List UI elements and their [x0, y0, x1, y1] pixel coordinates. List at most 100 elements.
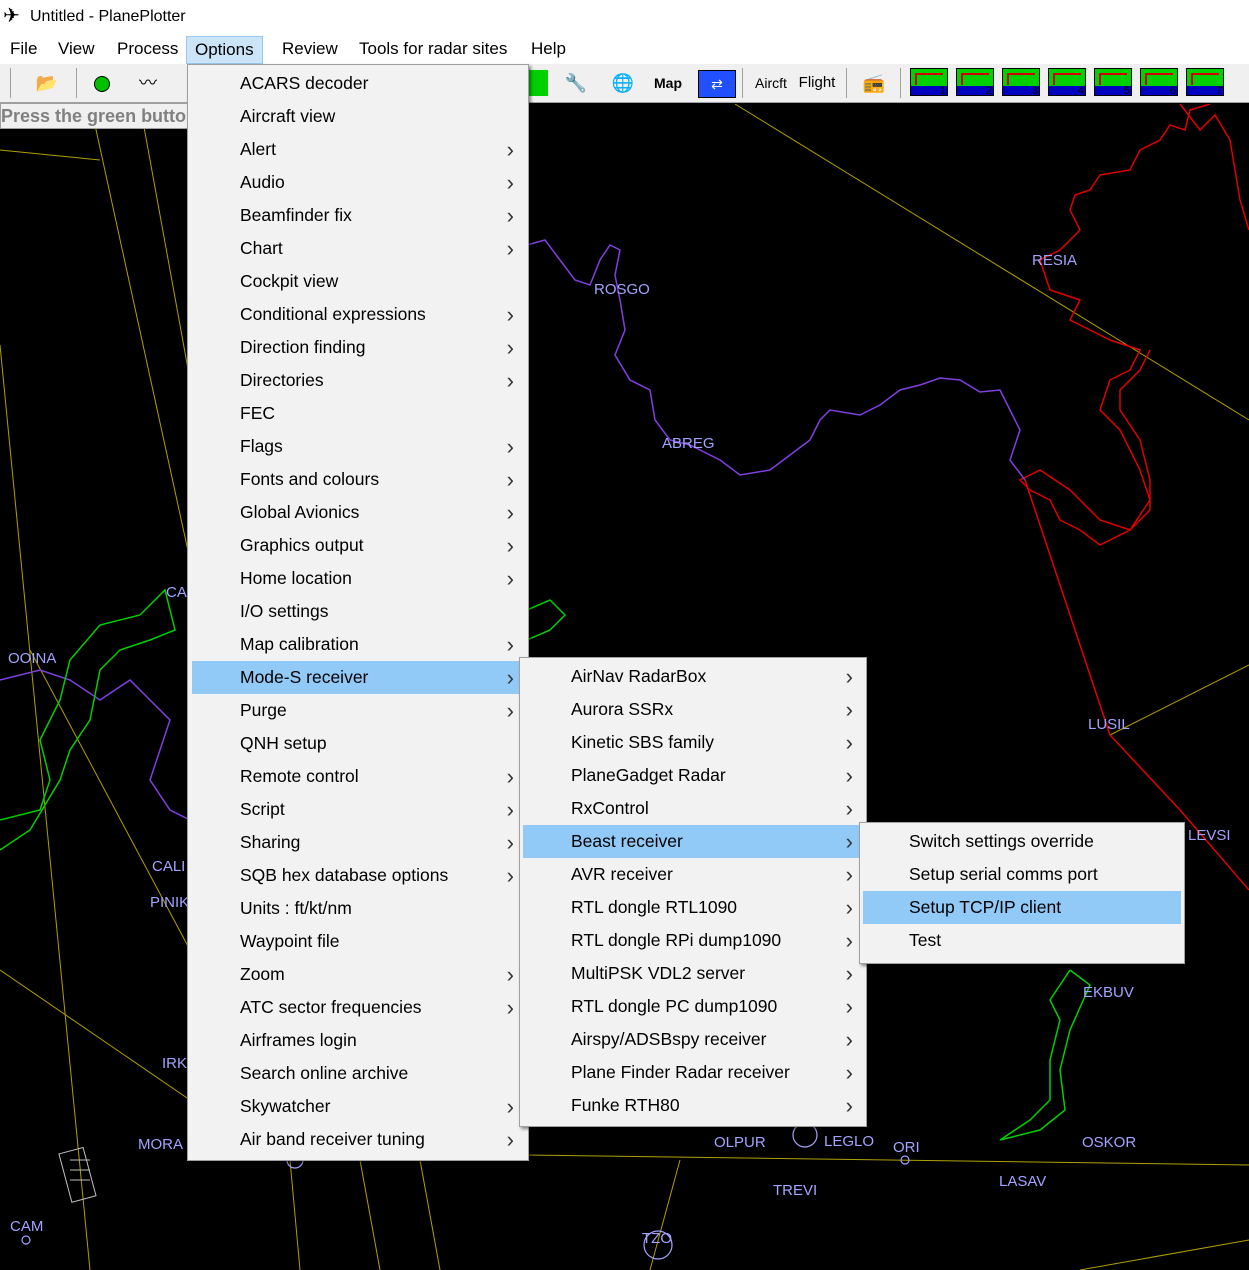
chevron-right-icon: ›: [506, 203, 514, 228]
menu-item-aurora-ssrx[interactable]: Aurora SSRx ›: [523, 693, 863, 726]
menu-item-air-band-receiver-tuning[interactable]: Air band receiver tuning ›: [192, 1123, 524, 1156]
map-icon[interactable]: Map: [650, 70, 686, 96]
menu-options[interactable]: Options: [186, 36, 263, 64]
menu-item-rtl-dongle-pc-dump1090[interactable]: RTL dongle PC dump1090 ›: [523, 990, 863, 1023]
radio-icon[interactable]: 📻: [858, 70, 890, 96]
radar-view-6-icon[interactable]: 6: [1140, 68, 1178, 97]
radar-view-7-icon[interactable]: 7: [1186, 68, 1224, 97]
menu-item-rtl-dongle-rtl1090[interactable]: RTL dongle RTL1090 ›: [523, 891, 863, 924]
menu-item-avr-receiver[interactable]: AVR receiver ›: [523, 858, 863, 891]
menu-item-conditional-expressions[interactable]: Conditional expressions ›: [192, 298, 524, 331]
menu-item-search-online-archive[interactable]: Search online archive: [192, 1057, 524, 1090]
menu-item-alert[interactable]: Alert ›: [192, 133, 524, 166]
menu-item-script[interactable]: Script ›: [192, 793, 524, 826]
menu-item-mode-s-receiver[interactable]: Mode-S receiver ›: [192, 661, 524, 694]
menu-item-cockpit-view[interactable]: Cockpit view: [192, 265, 524, 298]
menu-item-switch-settings-override[interactable]: Switch settings override: [863, 825, 1181, 858]
menu-tools-radar-sites[interactable]: Tools for radar sites: [357, 39, 509, 59]
menu-item-rxcontrol[interactable]: RxControl ›: [523, 792, 863, 825]
radar-view-2-icon[interactable]: 2: [956, 68, 994, 97]
chevron-right-icon: ›: [845, 862, 853, 887]
green-start-button-icon[interactable]: [92, 70, 112, 96]
menu-item-atc-sector-frequencies[interactable]: ATC sector frequencies ›: [192, 991, 524, 1024]
map-label-leglo: LEGLO: [824, 1133, 875, 1150]
menu-item-kinetic-sbs-family[interactable]: Kinetic SBS family ›: [523, 726, 863, 759]
menu-item-plane-finder-radar-receiver[interactable]: Plane Finder Radar receiver ›: [523, 1056, 863, 1089]
menu-item-audio[interactable]: Audio ›: [192, 166, 524, 199]
menu-item-sharing[interactable]: Sharing ›: [192, 826, 524, 859]
menu-item-test[interactable]: Test: [863, 924, 1181, 957]
menu-item-setup-tcp-ip-client[interactable]: Setup TCP/IP client: [863, 891, 1181, 924]
menu-item-global-avionics[interactable]: Global Avionics ›: [192, 496, 524, 529]
menu-item-fec[interactable]: FEC: [192, 397, 524, 430]
chevron-right-icon: ›: [845, 1093, 853, 1118]
menu-item-zoom[interactable]: Zoom ›: [192, 958, 524, 991]
toolbar-separator: [742, 68, 743, 98]
menu-item-fonts-and-colours[interactable]: Fonts and colours ›: [192, 463, 524, 496]
menu-item-label: PlaneGadget Radar: [571, 765, 726, 785]
menu-review[interactable]: Review: [280, 39, 340, 59]
menu-item-beamfinder-fix[interactable]: Beamfinder fix ›: [192, 199, 524, 232]
radar-view-1-icon[interactable]: 1: [910, 68, 948, 97]
menu-view[interactable]: View: [56, 39, 97, 59]
menu-item-airnav-radarbox[interactable]: AirNav RadarBox ›: [523, 660, 863, 693]
menu-item-funke-rth80[interactable]: Funke RTH80 ›: [523, 1089, 863, 1122]
menu-item-i-o-settings[interactable]: I/O settings: [192, 595, 524, 628]
map-label-ca: CA: [166, 584, 187, 601]
menu-item-graphics-output[interactable]: Graphics output ›: [192, 529, 524, 562]
menu-item-beast-receiver[interactable]: Beast receiver ›: [523, 825, 863, 858]
menu-item-airframes-login[interactable]: Airframes login: [192, 1024, 524, 1057]
menu-item-rtl-dongle-rpi-dump1090[interactable]: RTL dongle RPi dump1090 ›: [523, 924, 863, 957]
green-tool-icon[interactable]: [528, 70, 548, 96]
menu-item-label: Kinetic SBS family: [571, 732, 714, 752]
map-label-oskor: OSKOR: [1082, 1134, 1137, 1151]
open-folder-icon[interactable]: 📂: [34, 70, 60, 96]
menu-item-home-location[interactable]: Home location ›: [192, 562, 524, 595]
chevron-right-icon: ›: [506, 434, 514, 459]
menu-item-purge[interactable]: Purge ›: [192, 694, 524, 727]
chevron-right-icon: ›: [506, 500, 514, 525]
menu-item-planegadget-radar[interactable]: PlaneGadget Radar ›: [523, 759, 863, 792]
menu-item-flags[interactable]: Flags ›: [192, 430, 524, 463]
title-bar: ✈ Untitled - PlanePlotter: [0, 0, 1249, 34]
menu-item-units-ft-kt-nm[interactable]: Units : ft/kt/nm: [192, 892, 524, 925]
globe-icon[interactable]: 🌐: [610, 70, 636, 96]
menu-process[interactable]: Process: [115, 39, 180, 59]
menu-item-waypoint-file[interactable]: Waypoint file: [192, 925, 524, 958]
menu-item-label: Audio: [240, 172, 285, 192]
menu-item-setup-serial-comms-port[interactable]: Setup serial comms port: [863, 858, 1181, 891]
radar-view-5-icon[interactable]: 5: [1094, 68, 1132, 97]
menu-item-skywatcher[interactable]: Skywatcher ›: [192, 1090, 524, 1123]
menu-item-label: Sharing: [240, 832, 301, 852]
map-label-resia: RESIA: [1032, 252, 1078, 269]
radar-view-3-icon[interactable]: 3: [1002, 68, 1040, 97]
menu-item-airspy-adsbspy-receiver[interactable]: Airspy/ADSBspy receiver ›: [523, 1023, 863, 1056]
signal-wave-icon[interactable]: 〰: [130, 70, 166, 96]
map-label-trevi: TREVI: [773, 1182, 818, 1199]
menu-item-aircraft-view[interactable]: Aircraft view: [192, 100, 524, 133]
settings-wrench-icon[interactable]: 🔧: [560, 70, 592, 96]
menu-help[interactable]: Help: [529, 39, 568, 59]
menu-item-directories[interactable]: Directories ›: [192, 364, 524, 397]
menu-item-label: Home location: [240, 568, 352, 588]
menu-item-acars-decoder[interactable]: ACARS decoder: [192, 67, 524, 100]
flight-button[interactable]: Flight: [798, 70, 836, 96]
menu-item-label: Setup TCP/IP client: [909, 897, 1062, 917]
map-label-lusil: LUSIL: [1088, 716, 1130, 733]
chevron-right-icon: ›: [845, 796, 853, 821]
menu-item-chart[interactable]: Chart ›: [192, 232, 524, 265]
radar-view-4-icon[interactable]: 4: [1048, 68, 1086, 97]
menu-item-sqb-hex-database-options[interactable]: SQB hex database options ›: [192, 859, 524, 892]
aircraft-button[interactable]: Aircft: [752, 70, 790, 96]
menu-item-label: Script: [240, 799, 285, 819]
map-label-ekbuv: EKBUV: [1083, 984, 1134, 1001]
menu-item-map-calibration[interactable]: Map calibration ›: [192, 628, 524, 661]
refresh-arrows-icon[interactable]: ⇄: [698, 70, 736, 98]
menu-item-direction-finding[interactable]: Direction finding ›: [192, 331, 524, 364]
chevron-right-icon: ›: [506, 632, 514, 657]
menu-item-qnh-setup[interactable]: QNH setup: [192, 727, 524, 760]
map-label-tzo: TZO: [642, 1230, 672, 1247]
menu-item-multipsk-vdl2-server[interactable]: MultiPSK VDL2 server ›: [523, 957, 863, 990]
menu-item-remote-control[interactable]: Remote control ›: [192, 760, 524, 793]
menu-file[interactable]: File: [8, 39, 39, 59]
